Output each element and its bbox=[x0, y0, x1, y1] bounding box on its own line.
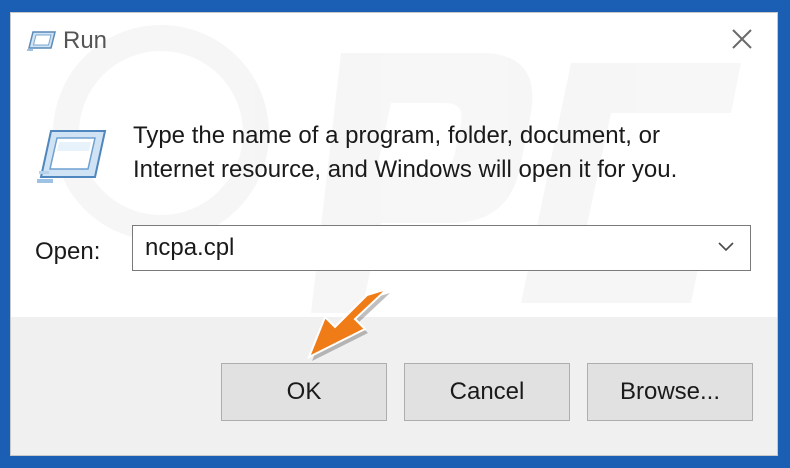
chevron-down-icon bbox=[718, 239, 734, 257]
button-bar: OK Cancel Browse... bbox=[11, 317, 777, 455]
window-title: Run bbox=[63, 27, 108, 54]
dropdown-button[interactable] bbox=[706, 226, 746, 270]
instruction-line-2: Internet resource, and Windows will open… bbox=[133, 156, 678, 183]
run-dialog: risk.com Run bbox=[10, 12, 778, 456]
dialog-body: Type the name of a program, folder, docu… bbox=[11, 69, 777, 317]
open-combobox[interactable] bbox=[132, 225, 751, 271]
instruction-line-1: Type the name of a program, folder, docu… bbox=[133, 122, 660, 149]
open-label: Open: bbox=[35, 238, 101, 265]
browse-button[interactable]: Browse... bbox=[587, 363, 753, 421]
title-bar: Run bbox=[11, 13, 777, 69]
cancel-button[interactable]: Cancel bbox=[404, 363, 570, 421]
ok-button[interactable]: OK bbox=[221, 363, 387, 421]
run-icon bbox=[27, 30, 57, 52]
run-program-icon bbox=[37, 129, 107, 185]
instruction-text: Type the name of a program, folder, docu… bbox=[133, 119, 753, 187]
open-input[interactable] bbox=[133, 226, 703, 270]
close-icon bbox=[731, 28, 753, 55]
close-button[interactable] bbox=[707, 13, 777, 69]
